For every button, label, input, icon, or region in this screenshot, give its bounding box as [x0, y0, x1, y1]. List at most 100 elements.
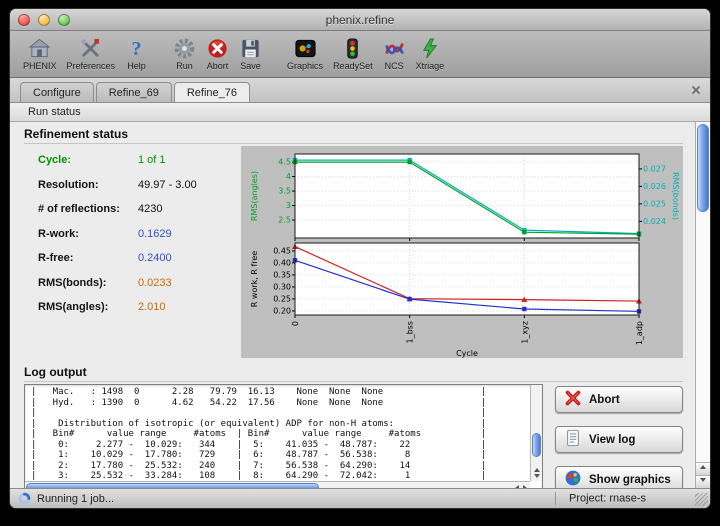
main-vertical-scrollbar[interactable]: [695, 122, 710, 488]
toolbar-button-label: Xtriage: [416, 61, 445, 71]
log-text: | Mac. : 1498 0 2.28 79.79 16.13 None No…: [25, 385, 542, 488]
log-vertical-scrollbar-arrows[interactable]: [531, 466, 542, 480]
preferences-tools-icon: [79, 37, 102, 60]
tab-refine-69[interactable]: Refine_69: [96, 82, 172, 102]
main-panel: Run status Refinement status Cycle:1 of …: [10, 103, 710, 488]
toolbar: PHENIX Preferences ?Help Run Abort Save Graphi…: [10, 31, 710, 78]
svg-text:4.5: 4.5: [278, 158, 291, 167]
svg-text:1_adp: 1_adp: [635, 321, 644, 345]
phenix-refine-window: phenix.refine PHENIX Preferences ?Help Run A…: [9, 8, 711, 509]
tab-list: ConfigureRefine_69Refine_76: [20, 82, 252, 102]
toolbar-button-readyset[interactable]: ReadySet: [328, 35, 378, 73]
svg-text:RMS(angles): RMS(angles): [250, 171, 259, 221]
close-window-button[interactable]: [18, 14, 30, 26]
status-bar: Running 1 job... Project: rnase-s: [10, 488, 710, 508]
refinement-status-heading: Refinement status: [24, 124, 683, 144]
show-graphics-button[interactable]: Show graphics: [555, 466, 683, 488]
save-floppy-icon: [239, 37, 262, 60]
svg-text:?: ?: [132, 38, 142, 60]
svg-text:0.40: 0.40: [273, 258, 291, 267]
stat-resolution: Resolution:49.97 - 3.00: [38, 179, 236, 191]
stat-value: 2.010: [138, 301, 166, 313]
minimize-window-button[interactable]: [38, 14, 50, 26]
scroll-up-icon[interactable]: [534, 468, 540, 472]
stat-value: 0.0233: [138, 277, 172, 289]
svg-text:0.45: 0.45: [273, 246, 291, 255]
stat-label: RMS(bonds):: [38, 277, 138, 289]
action-button-label: Show graphics: [589, 474, 671, 486]
refinement-stats: Cycle:1 of 1Resolution:49.97 - 3.00# of …: [24, 146, 236, 326]
close-tab-icon[interactable]: [690, 83, 702, 95]
svg-text:4: 4: [286, 172, 291, 181]
content-panel: Refinement status Cycle:1 of 1 Resolution…: [10, 122, 695, 488]
toolbar-button-label: Graphics: [287, 61, 323, 71]
stat-rms-angles: RMS(angles):2.010: [38, 301, 236, 313]
svg-text:0.35: 0.35: [273, 270, 291, 279]
stat-value: 0.1629: [138, 228, 172, 240]
toolbar-button-phenix[interactable]: PHENIX: [18, 35, 62, 73]
stat-value: 4230: [138, 203, 162, 215]
phenix-home-icon: [28, 37, 51, 60]
toolbar-button-save[interactable]: Save: [234, 35, 267, 73]
svg-text:R work, R free: R work, R free: [250, 251, 259, 308]
title-bar[interactable]: phenix.refine: [10, 9, 710, 31]
log-horizontal-scrollbar[interactable]: [25, 481, 530, 488]
zoom-window-button[interactable]: [58, 14, 70, 26]
scroll-down-icon[interactable]: [534, 474, 540, 478]
action-button-label: Abort: [589, 394, 620, 406]
main-scroll-down-button[interactable]: [696, 475, 710, 488]
stat-label: Resolution:: [38, 179, 138, 191]
stat-label: Cycle:: [38, 154, 138, 166]
toolbar-button-abort[interactable]: Abort: [201, 35, 234, 73]
toolbar-button-help[interactable]: ?Help: [120, 35, 153, 73]
graphics-viewer-icon: [294, 37, 317, 60]
svg-text:3.5: 3.5: [278, 187, 291, 196]
window-controls: [10, 14, 78, 26]
readyset-traffic-light-icon: [341, 37, 364, 60]
toolbar-button-xtriage[interactable]: Xtriage: [411, 35, 450, 73]
action-button-label: View log: [589, 434, 635, 446]
action-buttons: Abort View log Show graphics: [555, 384, 683, 488]
refinement-progress-chart: 2.533.544.50.0240.0250.0260.027RMS(angle…: [241, 146, 683, 358]
tab-refine-76[interactable]: Refine_76: [174, 82, 250, 102]
log-output-area[interactable]: | Mac. : 1498 0 2.28 79.79 16.13 None No…: [24, 384, 543, 488]
progress-spinner-icon: [18, 492, 31, 505]
status-divider: [555, 492, 556, 505]
run-status-tab[interactable]: Run status: [10, 103, 710, 122]
toolbar-button-ncs[interactable]: NCS: [378, 35, 411, 73]
tab-bar: ConfigureRefine_69Refine_76: [10, 78, 710, 103]
stat-value: 1 of 1: [138, 154, 166, 166]
svg-text:0.024: 0.024: [643, 217, 666, 226]
log-vertical-scrollbar-thumb[interactable]: [532, 433, 541, 457]
toolbar-button-label: Preferences: [67, 61, 116, 71]
stat-rms-bonds: RMS(bonds):0.0233: [38, 277, 236, 289]
svg-text:RMS(bonds): RMS(bonds): [671, 172, 680, 220]
main-scrollbar-thumb[interactable]: [697, 124, 709, 212]
window-title: phenix.refine: [10, 13, 710, 27]
toolbar-button-graphics[interactable]: Graphics: [282, 35, 328, 73]
stat-cycle: Cycle:1 of 1: [38, 154, 236, 166]
log-output-section: | Mac. : 1498 0 2.28 79.79 16.13 None No…: [24, 384, 683, 488]
toolbar-button-run[interactable]: Run: [168, 35, 201, 73]
status-project-text: Project: rnase-s: [545, 492, 704, 505]
tab-configure[interactable]: Configure: [20, 82, 94, 102]
log-vertical-scrollbar[interactable]: [530, 385, 542, 481]
stat-r-work: R-work:0.1629: [38, 228, 236, 240]
resize-grip[interactable]: [695, 493, 708, 506]
svg-text:1_xyz: 1_xyz: [520, 321, 529, 344]
stat-value: 49.97 - 3.00: [138, 179, 197, 191]
svg-text:0.025: 0.025: [643, 199, 666, 208]
refinement-status-section: Cycle:1 of 1Resolution:49.97 - 3.00# of …: [24, 146, 683, 360]
main-scroll-up-button[interactable]: [696, 462, 710, 475]
view-log-icon: [564, 429, 582, 450]
abort-button[interactable]: Abort: [555, 386, 683, 413]
toolbar-button-label: Abort: [207, 61, 229, 71]
svg-text:3: 3: [286, 201, 291, 210]
toolbar-button-preferences[interactable]: Preferences: [62, 35, 121, 73]
view-log-button[interactable]: View log: [555, 426, 683, 453]
stat-value: 0.2400: [138, 252, 172, 264]
svg-text:0.20: 0.20: [273, 306, 291, 315]
refinement-chart-panel: 2.533.544.50.0240.0250.0260.027RMS(angle…: [241, 146, 683, 358]
stat-r-free: R-free:0.2400: [38, 252, 236, 264]
stat-label: # of reflections:: [38, 203, 138, 215]
